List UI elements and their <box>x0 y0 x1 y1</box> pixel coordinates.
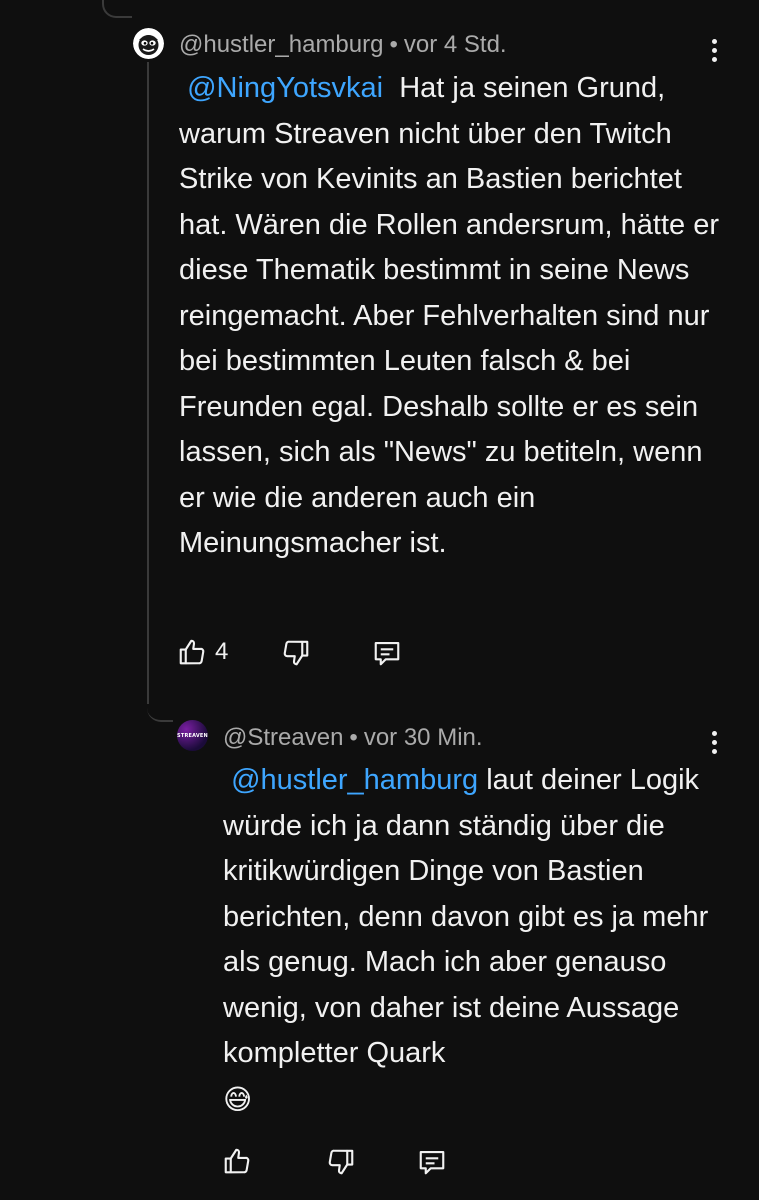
like-button[interactable]: 4 <box>177 637 228 667</box>
comment-mention-link[interactable]: @NingYotsvkai <box>187 72 383 104</box>
meta-separator: • <box>349 724 358 751</box>
reply-mention-link[interactable]: @hustler_hamburg <box>231 764 478 796</box>
meta-separator: • <box>389 31 398 58</box>
sweat-smile-emoji: 😅 <box>223 1083 253 1115</box>
more-vert-icon <box>711 38 717 44</box>
reply-time: vor 30 Min. <box>363 724 483 751</box>
thread-connector-reply <box>147 690 173 722</box>
thread-connector-top <box>102 0 132 18</box>
comment-meta: @hustler_hamburg • vor 4 Std. <box>179 31 507 59</box>
thumbs-down-icon <box>328 1149 354 1175</box>
comment-menu-button[interactable] <box>699 30 729 70</box>
reply-button[interactable] <box>372 638 402 668</box>
cartoon-face-avatar-icon <box>133 28 164 59</box>
reply-avatar-logo-text: STREAVEN <box>177 732 208 739</box>
reply-avatar[interactable]: STREAVEN <box>177 720 208 751</box>
comment-body: @NingYotsvkai Hat ja seinen Grund, warum… <box>179 66 724 567</box>
dislike-button[interactable] <box>281 638 311 668</box>
reply-dislike-button[interactable] <box>326 1147 356 1177</box>
reply-body: @hustler_hamburg laut deiner Logik würde… <box>223 758 728 1123</box>
reply-reply-button[interactable] <box>417 1147 447 1177</box>
comment-time: vor 4 Std. <box>403 31 507 58</box>
reply-author[interactable]: @Streaven <box>223 724 343 751</box>
comment-author[interactable]: @hustler_hamburg <box>179 31 383 58</box>
reply-icon <box>374 641 400 666</box>
more-vert-icon <box>711 730 717 736</box>
like-count: 4 <box>215 638 229 665</box>
comment-text: Hat ja seinen Grund, warum Streaven nich… <box>179 72 719 559</box>
comment-avatar[interactable] <box>133 28 164 59</box>
thumbs-up-icon <box>179 639 205 665</box>
reply-icon <box>419 1150 445 1175</box>
thread-line-main <box>147 62 149 704</box>
reply-menu-button[interactable] <box>699 722 729 762</box>
thumbs-down-icon <box>283 640 309 666</box>
reply-like-button[interactable] <box>222 1146 252 1176</box>
thumbs-up-icon <box>224 1148 250 1174</box>
reply-meta: @Streaven • vor 30 Min. <box>223 724 483 752</box>
reply-text: laut deiner Logik würde ich ja dann stän… <box>223 764 709 1069</box>
